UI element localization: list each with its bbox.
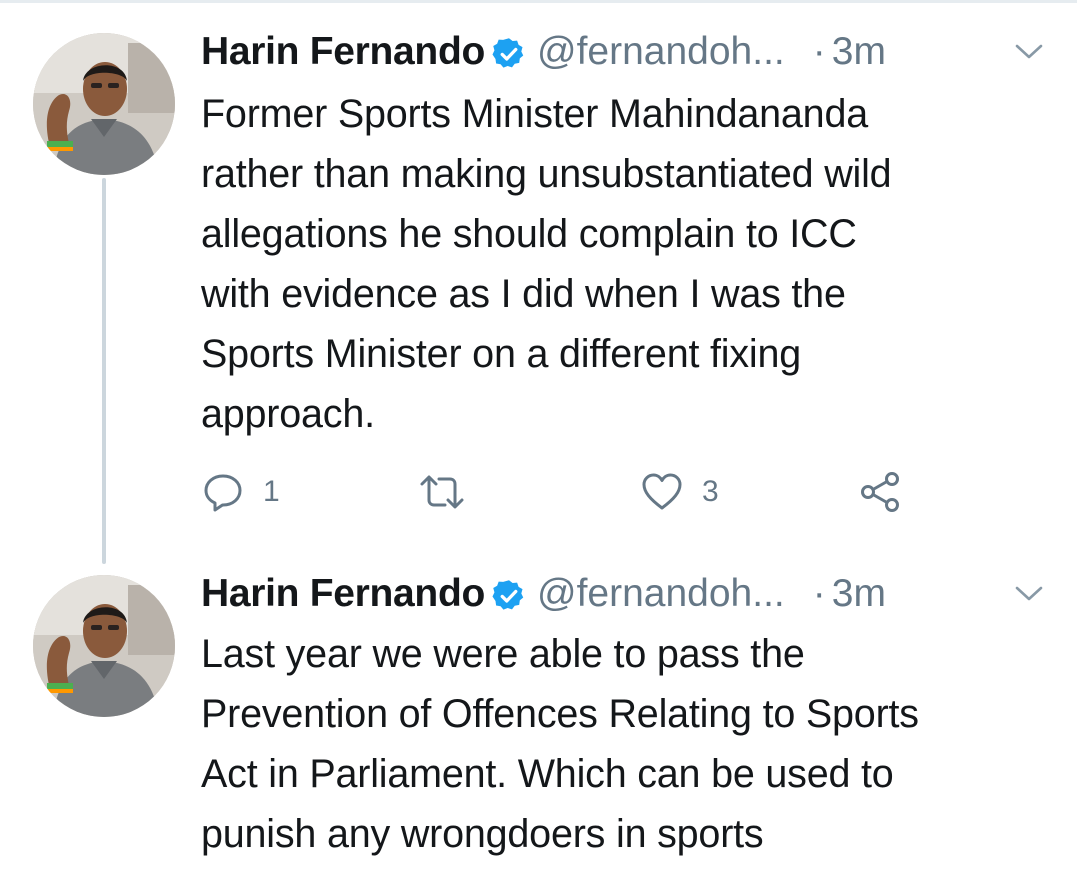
share-icon	[858, 470, 902, 514]
reply-count: 1	[263, 475, 280, 508]
tweet-text-line: Former Sports Minister Mahindananda	[201, 92, 868, 136]
separator-dot: ·	[812, 30, 826, 73]
tweet-text-line: approach.	[201, 392, 375, 436]
tweet-text-line: allegations he should complain to ICC	[201, 212, 857, 256]
tweet-text-line: Last year we were able to pass the	[201, 632, 805, 676]
avatar-photo	[33, 33, 175, 175]
top-divider	[0, 0, 1077, 3]
thread-connector-line	[102, 178, 106, 564]
retweet-icon	[417, 470, 467, 514]
reply-button[interactable]: 1	[201, 466, 280, 518]
chevron-down-icon[interactable]	[1014, 584, 1044, 604]
tweet-header: Harin Fernando @fernandoh... · 3m	[201, 568, 886, 620]
verified-badge-icon	[491, 34, 527, 70]
retweet-button[interactable]	[417, 466, 467, 518]
tweet-text: Former Sports Minister Mahindananda rath…	[201, 84, 1061, 444]
tweet-text-line: Sports Minister on a different fixing	[201, 332, 802, 376]
avatar-photo	[33, 575, 175, 717]
verified-badge-icon	[491, 576, 527, 612]
tweet-text-line: Act in Parliament. Which can be used to	[201, 752, 894, 796]
reply-icon	[201, 470, 245, 514]
chevron-down-icon[interactable]	[1014, 42, 1044, 62]
tweet-timestamp[interactable]: 3m	[832, 26, 886, 78]
like-button[interactable]: 3	[640, 466, 719, 518]
heart-icon	[640, 470, 684, 514]
tweet-text: Last year we were able to pass the Preve…	[201, 624, 1061, 864]
tweet-text-line: Prevention of Offences Relating to Sport…	[201, 692, 919, 736]
author-avatar[interactable]	[33, 575, 175, 717]
tweet-text-line: punish any wrongdoers in sports	[201, 812, 764, 856]
tweet-header: Harin Fernando @fernandoh... · 3m	[201, 26, 886, 78]
share-button[interactable]	[858, 466, 902, 518]
author-handle[interactable]: @fernandoh...	[537, 26, 785, 78]
author-name[interactable]: Harin Fernando	[201, 568, 485, 620]
separator-dot: ·	[812, 572, 826, 615]
author-avatar[interactable]	[33, 33, 175, 175]
tweet-actions: 1 3	[201, 466, 961, 518]
tweet-timestamp[interactable]: 3m	[832, 568, 886, 620]
tweet-text-line: rather than making unsubstantiated wild	[201, 152, 892, 196]
author-name[interactable]: Harin Fernando	[201, 26, 485, 78]
author-handle[interactable]: @fernandoh...	[537, 568, 785, 620]
like-count: 3	[702, 475, 719, 508]
tweet-text-line: with evidence as I did when I was the	[201, 272, 846, 316]
